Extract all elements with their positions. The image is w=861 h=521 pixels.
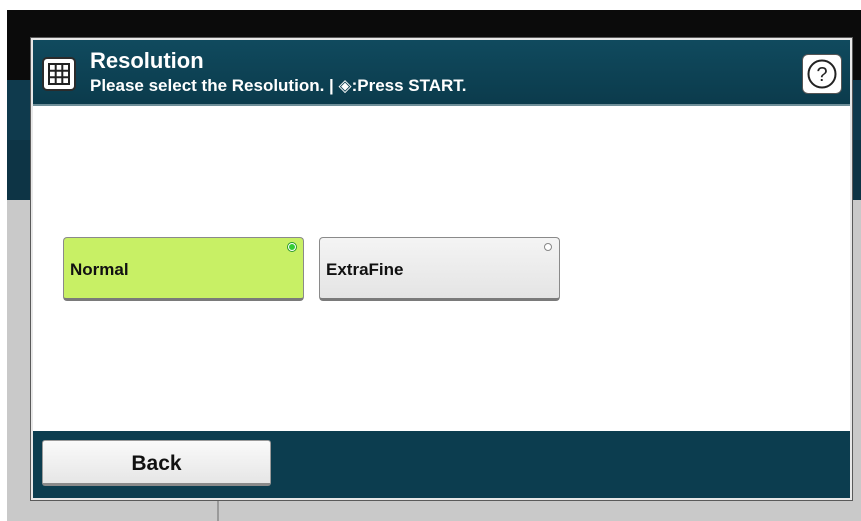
option-extrafine-label: ExtraFine [326,260,404,279]
option-extrafine-button[interactable]: ExtraFine [319,237,560,301]
device-screen: Resolution Please select the Resolution.… [7,10,861,521]
dialog-footer: Back [33,431,850,498]
help-button[interactable]: ? [802,54,842,94]
options-area: Normal ExtraFine [33,106,850,431]
unselected-indicator-icon [544,243,552,251]
option-normal-label: Normal [70,260,129,279]
selected-indicator-icon [288,243,296,251]
back-button-label: Back [131,452,182,475]
back-button[interactable]: Back [42,440,271,486]
help-label: ? [816,64,827,86]
dialog-titlebar: Resolution Please select the Resolution.… [33,40,850,106]
option-normal-button[interactable]: Normal [63,237,304,301]
dialog-subtitle: Please select the Resolution. | ◈:Press … [90,76,467,95]
dialog-title: Resolution [90,48,204,73]
question-icon: ? [807,59,837,89]
resolution-dialog: Resolution Please select the Resolution.… [31,38,852,500]
grid-icon [42,57,76,91]
